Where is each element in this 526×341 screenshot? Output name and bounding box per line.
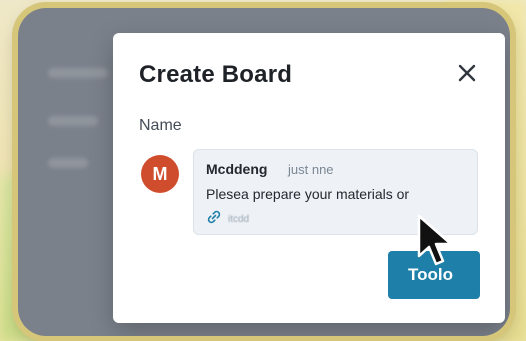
link-icon (206, 209, 222, 230)
create-board-dialog: Create Board Name M Mcddeng just nne Ple… (113, 33, 505, 323)
dialog-title: Create Board (139, 61, 293, 88)
backdrop-blur-row (48, 116, 98, 126)
name-label: Name (139, 117, 182, 134)
comment-attachment[interactable]: itcdd (206, 209, 249, 230)
tools-button[interactable]: Toolo (388, 251, 480, 299)
comment-timestamp: just nne (288, 162, 334, 177)
close-button[interactable] (453, 59, 481, 87)
comment-card[interactable]: Mcddeng just nne Plesea prepare your mat… (193, 149, 478, 235)
device-screen: Create Board Name M Mcddeng just nne Ple… (18, 8, 510, 336)
avatar: M (141, 155, 179, 193)
backdrop-blur-row (48, 158, 88, 168)
comment-author: Mcddeng (206, 161, 268, 177)
close-icon (458, 64, 476, 82)
comment-text: Plesea prepare your materials or (206, 186, 410, 202)
attachment-label: itcdd (228, 214, 250, 225)
backdrop-blur-row (48, 68, 108, 78)
